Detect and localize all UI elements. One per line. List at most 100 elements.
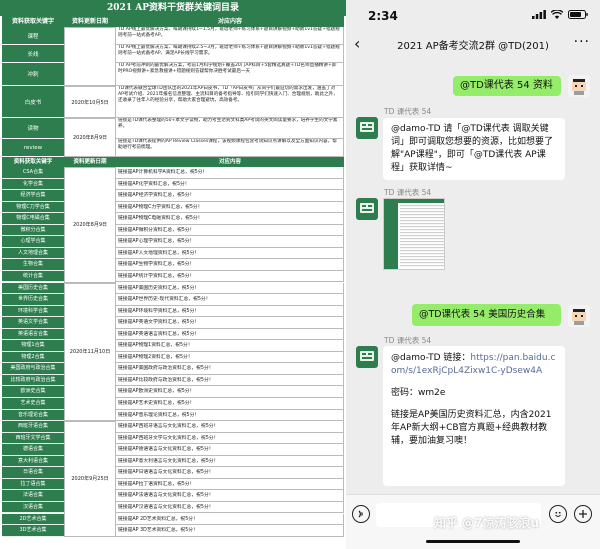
date-cell: 2020年8月9日: [64, 167, 116, 283]
content-cell: 链接是AP美国政府与政治资料汇总，祝5分！: [116, 363, 344, 375]
date-cell: 2020年11月10日: [64, 282, 116, 422]
link-message-line: @damo-TD 链接：https://pan.baidu.com/s/1exR…: [391, 352, 557, 378]
content-cell: 链接是AP化学资料汇总，祝5分！: [116, 178, 344, 191]
date-cell: 2020年10月5日: [64, 86, 116, 118]
content-cell: 链接是AP汉语语言与文化资料汇总，祝5分！: [116, 501, 344, 514]
keyword-cell: 物理C电磁合集: [2, 213, 64, 225]
more-icon[interactable]: ···: [574, 34, 590, 50]
content-cell: 链接是AP心理学资料汇总，祝5分！: [116, 236, 344, 248]
message-outgoing-2[interactable]: @TD课代表 54 美国历史合集: [412, 304, 561, 326]
sender-name-2: TD 课代表 54: [384, 188, 432, 197]
plus-icon[interactable]: [574, 505, 592, 523]
keyword-cell: 物理1合集: [2, 340, 64, 352]
content-cell: 链接是AP德语语言与文化资料汇总，祝5分！: [116, 444, 344, 456]
subheader-content: 对应内容: [116, 157, 344, 167]
content-cell: 链接是AP经济学资料汇总，祝5分！: [116, 190, 344, 202]
clock: 2:34: [368, 9, 398, 23]
content-cell: 链接是AP 2D艺术资料汇总，祝5分！: [116, 513, 344, 526]
content-cell: TD AP考前冲刺的最优解决方案，考前1月科学规划+覆盖20门AP科目+5套精选…: [116, 63, 344, 86]
keyword-cell: 统计合集: [2, 270, 64, 283]
date-cell: 2020年9月25日: [64, 421, 116, 537]
keyword-cell: 音乐理论合集: [2, 409, 64, 422]
content-cell: 链接是AP欧洲史资料汇总，祝5分！: [116, 386, 344, 398]
content-cell: 链接是AP 3D艺术资料汇总，祝5分！: [116, 525, 344, 537]
keyword-cell: 艺术史合集: [2, 398, 64, 410]
content-cell: 链接是AP英语文学资料汇总，祝5分！: [116, 317, 344, 329]
keyword-cell: 物理2合集: [2, 351, 64, 364]
message-outgoing-1[interactable]: @TD课代表 54 资料: [453, 76, 561, 96]
content-cell: 链接是AP物理C电磁资料汇总，祝5分！: [116, 213, 344, 225]
message-body-text: 链接是AP美国历史资料汇总，内含2021年AP新大纲+CB官方真题+经典教材教辅…: [391, 410, 552, 446]
message-incoming-2[interactable]: @damo-TD 请「@TD课代表 调取关键词」即可调取您想要的资源，比如想要了…: [383, 118, 565, 180]
password-text: 密码：wm2e: [391, 388, 446, 398]
my-avatar[interactable]: [568, 75, 590, 97]
content-cell: 链接是AP比较政府与政治资料汇总，祝5分！: [116, 374, 344, 387]
content-cell: 链接是AP物理2资料汇总，祝5分！: [116, 351, 344, 364]
document-title: 2021 AP资料干货群关键词目录: [0, 0, 346, 16]
header-date: 资料更新日期: [64, 16, 116, 27]
keyword-cell: 长线: [2, 45, 64, 63]
document-panel: 2021 AP资料干货群关键词目录 资料获取关键字 资料更新日期 对应内容 课程…: [0, 0, 346, 549]
content-cell: 链接是AP物理C力学资料汇总，祝5分！: [116, 201, 344, 214]
keyword-cell: 3D艺术合集: [2, 525, 64, 537]
keyword-cell: 西班牙语合集: [2, 421, 64, 433]
keyword-cell: 美国历史合集: [2, 282, 64, 295]
content-cell: 链接是AP统计学资料汇总，祝5分！: [116, 270, 344, 283]
home-indicator: [426, 540, 520, 543]
my-avatar[interactable]: [568, 305, 590, 327]
keyword-cell: 拉丁语合集: [2, 478, 64, 491]
emoji-icon[interactable]: [549, 505, 567, 523]
keyword-cell: 2D艺术合集: [2, 513, 64, 526]
content-cell: 链接是AP西班牙语言与文化资料汇总，祝5分！: [116, 421, 344, 433]
chat-nav-bar: ‹ 2021 AP备考交流2群 @TD(201) ···: [346, 30, 600, 60]
content-cell: 链接是TD课代表提供的AP Review Classes课程，该视频课程包含考试…: [116, 139, 344, 157]
keyword-cell: 读物: [2, 118, 64, 139]
chat-screen: 2:34 ‹ 2021 AP备考交流2群 @TD(201) ··· @TD课代表…: [346, 0, 600, 549]
signal-icon: [532, 10, 546, 19]
keyword-cell: 经济学合集: [2, 190, 64, 202]
keyword-cell: 白皮书: [2, 86, 64, 118]
keyword-cell: 微积分合集: [2, 224, 64, 237]
keyword-cell: 日语合集: [2, 467, 64, 479]
content-cell: 链接是AP法语语言与文化资料汇总，祝5分！: [116, 490, 344, 502]
keyword-cell: 西班牙文学合集: [2, 432, 64, 445]
keyword-cell: 美国政府与政治合集: [2, 363, 64, 375]
content-cell: 链接是AP世界历史-现代资料汇总，祝5分！: [116, 294, 344, 306]
sender-name-3: TD 课代表 54: [384, 336, 432, 345]
date-cell: 2020年8月9日: [64, 118, 116, 157]
content-cell: 链接是AP拉丁语资料汇总，祝5分！: [116, 478, 344, 491]
keyword-cell: 冲刺: [2, 63, 64, 86]
content-cell: 链接是AP微积分资料汇总，祝5分！: [116, 224, 344, 237]
watermark-text: 知乎 @7惊涛骇浪u: [434, 516, 540, 530]
keyword-cell: 汉语合集: [2, 501, 64, 514]
content-cell: 链接是AP艺术史资料汇总，祝5分！: [116, 398, 344, 410]
keyword-cell: 比较政府与政治合集: [2, 374, 64, 387]
keyword-cell: 化学合集: [2, 178, 64, 191]
message-incoming-5[interactable]: @damo-TD 链接：https://pan.baidu.com/s/1exR…: [383, 346, 565, 486]
keyword-cell: 英语语言合集: [2, 328, 64, 341]
keyword-cell: 人文地理合集: [2, 247, 64, 260]
content-cell: 链接是AP人文地理资料汇总，祝5分！: [116, 247, 344, 260]
subheader-date: 资料更新日期: [64, 157, 116, 167]
keyword-cell: 物理C力学合集: [2, 201, 64, 214]
sender-name-1: TD 课代表 54: [384, 107, 432, 116]
subheader-keyword: 资料获取关键字: [2, 157, 64, 167]
keyword-cell: 课程: [2, 27, 64, 45]
link-prefix: @damo-TD 链接：: [391, 353, 471, 363]
voice-icon[interactable]: [352, 505, 370, 523]
content-cell: 链接是AP意大利语言与文化资料汇总，祝5分！: [116, 455, 344, 468]
content-cell: 链接是AP西班牙文学与文化资料汇总，祝5分！: [116, 432, 344, 445]
status-icons: [532, 10, 588, 19]
keyword-cell: 英语文学合集: [2, 317, 64, 329]
date-cell: [64, 27, 116, 86]
shared-image-thumbnail[interactable]: [383, 198, 445, 270]
bot-avatar[interactable]: [356, 198, 378, 220]
wifi-icon: [551, 10, 563, 19]
content-cell: 链接是AP日语语言与文化资料汇总，祝5分！: [116, 467, 344, 479]
content-cell: 链接是AP生物学资料汇总，祝5分！: [116, 259, 344, 271]
bot-avatar[interactable]: [356, 346, 378, 368]
content-cell: 链接是AP美国历史资料汇总，祝5分！: [116, 282, 344, 295]
content-cell: 链接是AP环境科学资料汇总，祝5分！: [116, 305, 344, 318]
content-cell: TD AP线上最优解决方案、每期课持续2.5~3月，靠谱老师+练习体系+题目讲解…: [116, 45, 344, 63]
bot-avatar[interactable]: [356, 117, 378, 139]
